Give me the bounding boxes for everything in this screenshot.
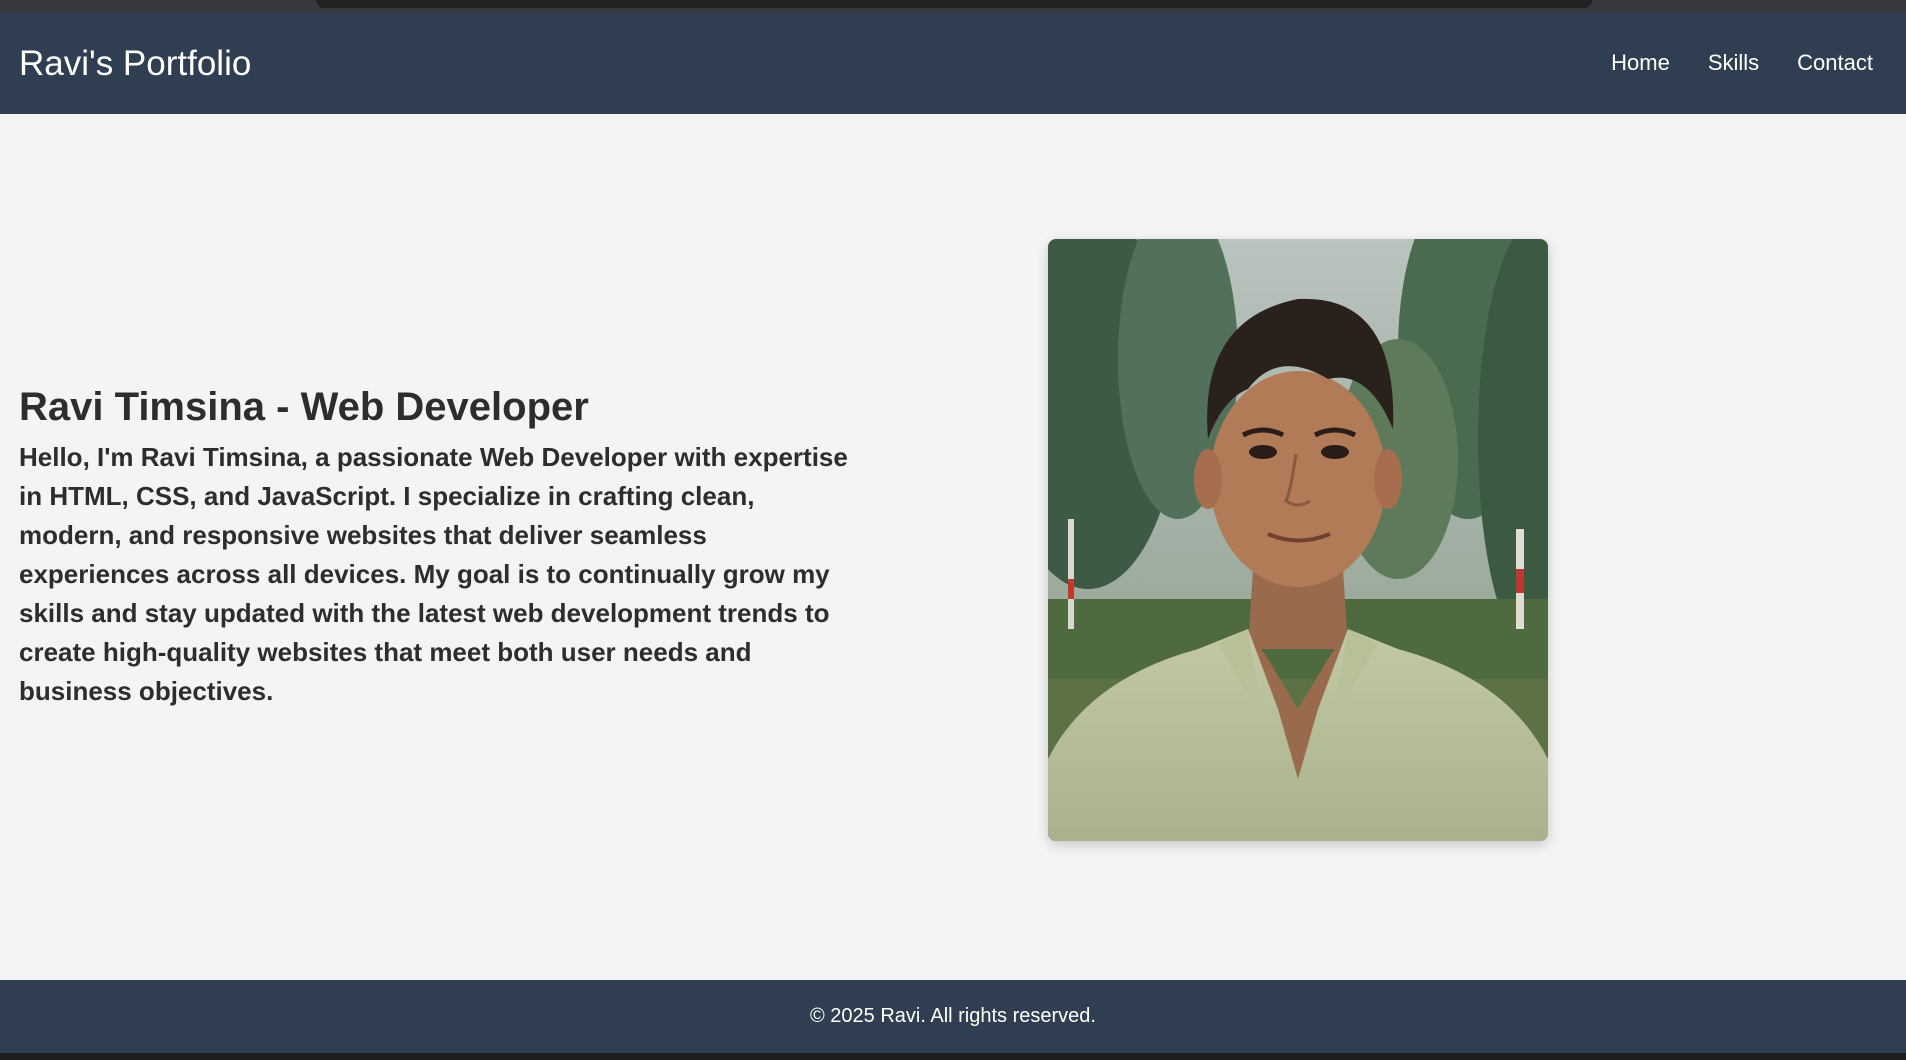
intro-paragraph: Hello, I'm Ravi Timsina, a passionate We… [19, 442, 848, 706]
main-nav: Home Skills Contact [1573, 50, 1873, 76]
site-footer: © 2025 Ravi. All rights reserved. [0, 980, 1906, 1053]
browser-top-strip [0, 0, 1906, 13]
profile-photo [1048, 239, 1548, 841]
footer-copyright: © 2025 Ravi. All rights reserved. [810, 1005, 1096, 1027]
hero-section: Ravi Timsina - Web Developer Hello, I'm … [0, 114, 1906, 980]
browser-tab-bar [316, 0, 1592, 8]
nav-link-home[interactable]: Home [1611, 50, 1670, 76]
intro-heading: Ravi Timsina - Web Developer [19, 385, 589, 429]
site-header: Ravi's Portfolio Home Skills Contact [0, 13, 1906, 114]
nav-link-skills[interactable]: Skills [1708, 50, 1759, 76]
nav-link-contact[interactable]: Contact [1797, 50, 1873, 76]
browser-bottom-strip [0, 1053, 1906, 1060]
intro-block: Ravi Timsina - Web Developer Hello, I'm … [19, 382, 859, 711]
site-brand[interactable]: Ravi's Portfolio [19, 44, 251, 84]
profile-photo-icon [1048, 239, 1548, 841]
